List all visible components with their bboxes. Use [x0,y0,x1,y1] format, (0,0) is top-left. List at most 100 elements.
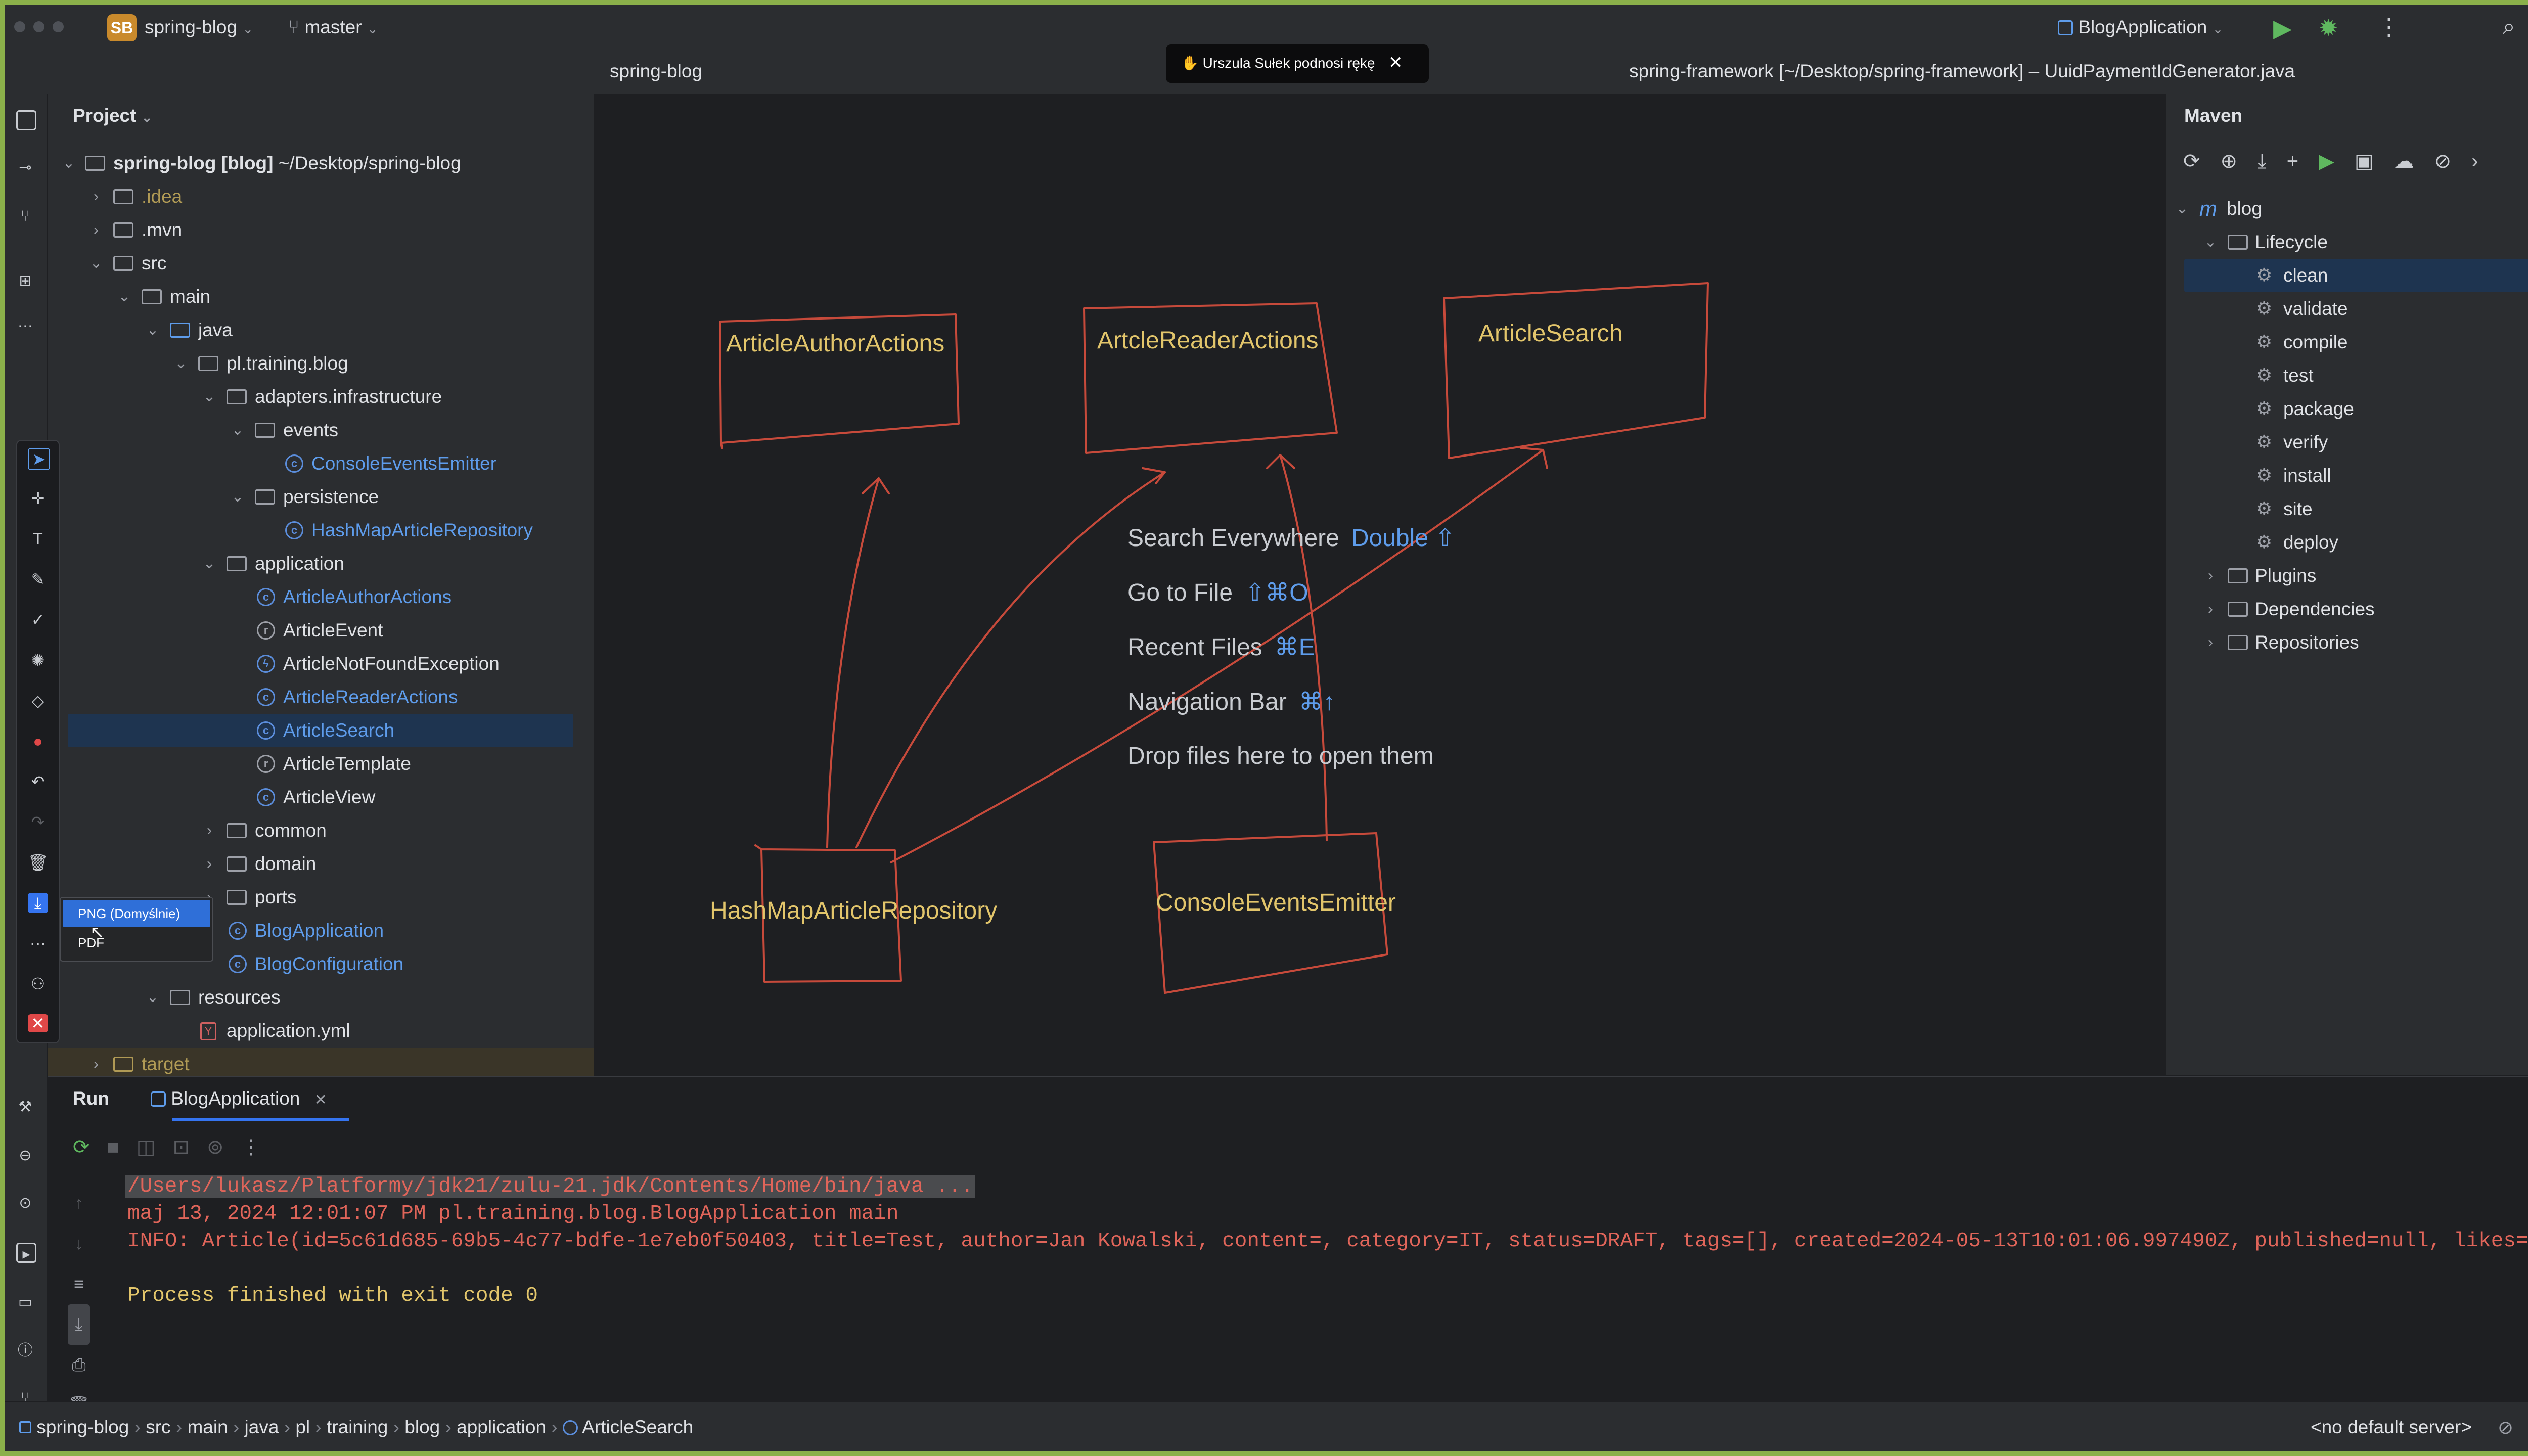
color-dot-icon[interactable]: ● [28,731,48,751]
project-panel-header[interactable]: Project ⌄ [73,105,153,126]
breadcrumb-item[interactable]: java [245,1417,279,1437]
gear-icon: ⚙ [2256,498,2273,519]
scroll-up-icon[interactable]: ↑ [68,1183,90,1223]
project-badge[interactable]: SB [107,14,137,41]
run-config-selector[interactable]: BlogApplication ⌄ [2058,16,2223,40]
breadcrumb-item[interactable]: src [146,1417,170,1437]
window-close-button[interactable] [14,21,25,32]
text-tool-icon[interactable]: T [28,529,48,549]
window-tab-spring-blog[interactable]: spring-blog [610,61,702,82]
redo-icon[interactable]: ↷ [28,812,48,832]
project-tool-icon[interactable] [16,110,36,130]
more-tools-icon[interactable]: ⋯ [15,316,35,337]
tree-item-article-search[interactable]: c ArticleSearch [68,714,573,747]
move-icon[interactable]: ✛ [28,488,48,509]
scroll-to-end-icon[interactable]: ⤓ [68,1304,90,1345]
execute-icon[interactable]: ▣ [2355,150,2394,172]
chevron-right-icon: › [2208,567,2213,584]
tree-label: ArticleTemplate [283,753,411,774]
print-icon[interactable]: ⎙ [68,1345,90,1385]
close-icon[interactable]: ✕ [1388,53,1403,73]
run-icon[interactable]: ▶ [2273,14,2292,42]
server-status[interactable]: <no default server> [2311,1417,2472,1438]
pen-icon[interactable]: ✎ [28,569,48,589]
dump-threads-icon[interactable]: ⊚ [207,1136,241,1158]
export-option-png[interactable]: PNG (Domyślnie) [63,900,210,927]
maven-goal-clean[interactable]: ⚙ clean [2184,259,2528,292]
eraser-icon[interactable]: ◇ [28,691,48,711]
collaborators-icon[interactable]: ⚇ [28,974,48,994]
trash-icon[interactable]: 🗑 [28,852,49,873]
highlighter-icon[interactable]: ✺ [28,650,48,670]
breadcrumb-item[interactable]: training [327,1417,388,1437]
download-icon[interactable]: ⤓ [28,893,48,913]
run-tool-icon[interactable]: ▸ [16,1243,36,1263]
restore-layout-icon[interactable]: ⊡ [172,1136,207,1158]
build-hammer-icon[interactable]: ⚒ [15,1097,35,1117]
window-minimize-button[interactable] [33,21,44,32]
folder-icon [2228,602,2248,617]
services-icon[interactable]: ⊖ [15,1146,35,1166]
debug-icon[interactable]: ✹ [2319,14,2338,41]
terminal-icon[interactable]: ▭ [15,1292,35,1312]
hint-search-everywhere: Search Everywhere Double ⇧ [1127,524,1456,552]
soft-wrap-icon[interactable]: ≡ [68,1264,90,1304]
breadcrumb-item[interactable]: spring-blog [36,1417,129,1437]
skip-tests-icon[interactable]: ⊘ [2434,150,2472,172]
breadcrumb-item[interactable]: application [457,1417,546,1437]
scroll-down-icon[interactable]: ↓ [68,1223,90,1264]
checkmark-icon[interactable]: ✓ [28,610,48,630]
power-save-icon[interactable]: ⊘ [2498,1417,2513,1438]
box-label-emitter: ConsoleEventsEmitter [1156,889,1396,916]
box-label-author-actions: ArticleAuthorActions [726,330,945,357]
run-goal-icon[interactable]: ▶ [2319,150,2355,172]
search-icon[interactable]: ⌕ [2503,14,2515,39]
window-zoom-button[interactable] [53,21,64,32]
more-menu-icon[interactable]: ⋮ [2377,13,2401,40]
pull-requests-icon[interactable]: ⑂ [15,206,35,226]
chevron-right-icon: › [2208,634,2213,651]
editor-area[interactable]: ArticleAuthorActions ArtcleReaderActions… [595,94,2164,1075]
goal-label: verify [2283,432,2328,452]
reload-icon[interactable]: ⟳ [2183,150,2221,172]
hint-shortcut: ⌘↑ [1298,689,1335,715]
breadcrumb-item[interactable]: main [187,1417,228,1437]
project-switcher[interactable]: spring-blog ⌄ [145,16,253,40]
problems-icon[interactable]: ⓘ [15,1341,35,1361]
more-vertical-icon[interactable]: ⋮ [241,1136,279,1158]
download-sources-icon[interactable]: ⤓ [2258,150,2287,172]
arrow-repo-to-author [826,477,890,848]
spring-boot-class-icon: c [229,922,247,940]
plus-icon[interactable]: + [2287,150,2319,172]
chevron-right-icon[interactable]: › [2471,150,2498,172]
close-icon[interactable]: ✕ [314,1091,327,1108]
window-tab-spring-framework[interactable]: spring-framework [~/Desktop/spring-frame… [1629,61,2295,82]
app-icon [151,1091,166,1107]
structure-icon[interactable]: ⊞ [15,271,35,291]
add-project-icon[interactable]: ⊕ [2221,150,2258,172]
tree-item-root[interactable]: ⌄ spring-blog [blog] ~/Desktop/spring-bl… [48,147,594,180]
screenshot-icon[interactable]: ◫ [137,1136,173,1158]
record-icon: r [257,755,275,773]
branch-switcher[interactable]: ⑂ master ⌄ [288,16,378,40]
chevron-down-icon: ⌄ [2204,234,2217,250]
commit-icon[interactable]: ⊸ [15,158,35,178]
breadcrumb-item[interactable]: pl [295,1417,310,1437]
select-arrow-icon[interactable]: ➤ [28,448,50,470]
package-icon [255,489,275,505]
breadcrumb-item[interactable]: ArticleSearch [582,1417,693,1437]
hint-label: Search Everywhere [1127,525,1339,552]
run-tab-blog-application[interactable]: BlogApplication ✕ [151,1088,327,1109]
undo-icon[interactable]: ↶ [28,771,48,792]
stop-icon[interactable]: ■ [107,1136,137,1158]
close-palette-icon[interactable]: ✕ [28,1014,48,1032]
more-horizontal-icon[interactable]: ⋯ [28,933,48,953]
profiler-icon[interactable]: ⊙ [15,1193,35,1213]
rerun-icon[interactable]: ⟳ [73,1136,107,1158]
offline-icon[interactable]: ☁ [2394,150,2434,172]
resources-folder-icon [170,990,190,1005]
breadcrumb-item[interactable]: blog [404,1417,440,1437]
export-option-pdf[interactable]: PDF [63,929,210,957]
class-icon: c [285,521,303,539]
maven-panel-title: Maven [2184,105,2243,126]
